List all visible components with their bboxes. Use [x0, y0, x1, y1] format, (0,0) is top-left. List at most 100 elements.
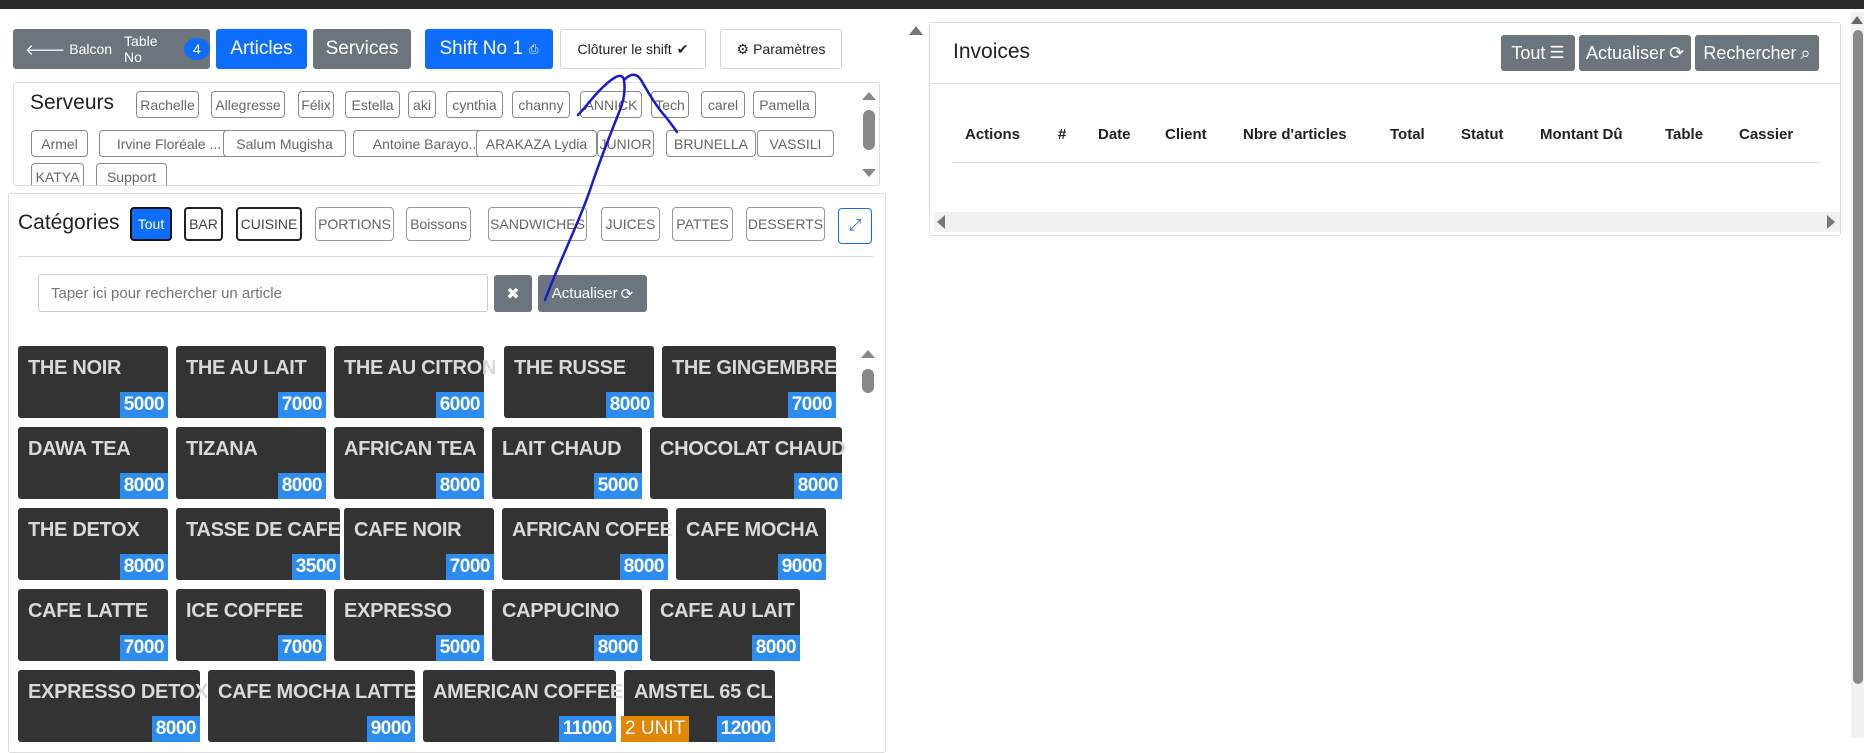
- expand-icon: ⤢: [848, 217, 862, 234]
- article-tile[interactable]: CAFE MOCHA LATTE 9000: [208, 670, 417, 742]
- invoices-column-header[interactable]: Montant Dû: [1540, 126, 1622, 143]
- tab-services[interactable]: Services: [313, 29, 411, 69]
- server-chip[interactable]: Allegresse: [211, 91, 285, 118]
- invoices-search-button[interactable]: Rechercher ⌕: [1695, 35, 1819, 71]
- article-search-input[interactable]: [38, 274, 488, 312]
- article-tile[interactable]: AFRICAN TEA 8000: [334, 427, 484, 499]
- article-tile[interactable]: THE RUSSE 8000: [504, 346, 654, 418]
- refresh-articles-button[interactable]: Actualiser ⟳: [538, 275, 647, 312]
- invoices-header-divider: [930, 83, 1840, 84]
- article-tile[interactable]: EXPRESSO DETOX 8000: [18, 670, 208, 742]
- server-chip[interactable]: carel: [701, 91, 745, 118]
- close-shift-button[interactable]: Clôturer le shift ✔: [560, 29, 706, 69]
- article-name: TASSE DE CAFE: [186, 519, 341, 541]
- invoices-column-header[interactable]: Date: [1098, 126, 1131, 143]
- server-chip[interactable]: VASSILI: [757, 130, 834, 157]
- server-chip[interactable]: ANNICK: [580, 91, 642, 118]
- category-bar[interactable]: BAR: [184, 207, 223, 241]
- article-tile[interactable]: AMERICAN COFFEE 11000: [423, 670, 623, 742]
- article-name: LAIT CHAUD: [502, 438, 622, 460]
- server-chip[interactable]: Rachelle: [136, 91, 199, 118]
- invoices-column-header[interactable]: Actions: [965, 126, 1020, 143]
- article-tile[interactable]: ICE COFFEE 7000: [176, 589, 326, 661]
- page-scrollbar-thumb[interactable]: [1853, 30, 1863, 684]
- search-icon: ⌕: [1800, 42, 1811, 63]
- servers-scroll-up-icon[interactable]: [862, 92, 876, 100]
- table-label: Table No: [124, 33, 158, 65]
- server-chip[interactable]: Pamella: [753, 91, 816, 118]
- article-price-badge: 7000: [119, 635, 168, 661]
- article-tile[interactable]: AFRICAN COFEE 8000: [502, 508, 673, 580]
- article-tile[interactable]: THE AU CITRON 6000: [334, 346, 496, 418]
- server-chip[interactable]: ARAKAZA Lydia: [476, 130, 597, 157]
- article-tile[interactable]: CAFE LATTE 7000: [18, 589, 168, 661]
- shift-button[interactable]: Shift No 1 ⎙: [425, 29, 553, 69]
- category-tout[interactable]: Tout: [130, 207, 172, 241]
- clear-search-button[interactable]: ✖: [494, 275, 532, 312]
- article-tile[interactable]: AMSTEL 65 CL 12000 2 UNIT: [621, 670, 775, 742]
- server-chip[interactable]: JUNIOR: [597, 130, 654, 157]
- server-chip[interactable]: Support: [96, 163, 167, 185]
- server-chip[interactable]: KATYA: [31, 163, 84, 185]
- article-name: THE NOIR: [28, 357, 122, 379]
- article-tile[interactable]: THE AU LAIT 7000: [176, 346, 326, 418]
- invoices-scroll-left-icon[interactable]: [937, 215, 945, 229]
- servers-scrollbar-thumb[interactable]: [863, 110, 875, 150]
- invoices-column-header[interactable]: Statut: [1461, 126, 1504, 143]
- category-portions[interactable]: PORTIONS: [315, 207, 394, 241]
- article-tile[interactable]: TASSE DE CAFE 3500: [176, 508, 341, 580]
- article-tile[interactable]: CAPPUCINO 8000: [492, 589, 642, 661]
- invoices-column-header[interactable]: Nbre d'articles: [1243, 126, 1347, 143]
- article-tile[interactable]: CAFE NOIR 7000: [344, 508, 494, 580]
- server-chip[interactable]: Armel: [31, 130, 88, 157]
- print-icon: ⎙: [528, 41, 539, 56]
- articles-scrollbar-thumb[interactable]: [862, 369, 874, 393]
- close-icon: ✖: [506, 285, 520, 303]
- article-price-badge: 11000: [558, 716, 616, 742]
- scroll-up-arrow-icon[interactable]: [909, 26, 923, 35]
- server-chip[interactable]: BRUNELLA: [666, 130, 756, 157]
- invoices-column-header[interactable]: Table: [1665, 126, 1703, 143]
- article-tile[interactable]: THE GINGEMBRE 7000: [662, 346, 837, 418]
- category-cuisine[interactable]: CUISINE: [236, 207, 302, 241]
- category-sandwiches[interactable]: SANDWICHES: [488, 207, 587, 241]
- invoices-column-header[interactable]: #: [1058, 126, 1066, 143]
- server-chip[interactable]: Irvine Floréale ...: [99, 130, 239, 157]
- article-tile[interactable]: CHOCOLAT CHAUD 8000: [650, 427, 846, 499]
- server-chip[interactable]: aki: [408, 91, 436, 118]
- invoices-all-button[interactable]: Tout ☰: [1501, 35, 1575, 71]
- back-label: Balcon: [69, 41, 113, 57]
- category-pattes[interactable]: PATTES: [672, 207, 733, 241]
- expand-button[interactable]: ⤢: [838, 208, 872, 244]
- article-tile[interactable]: EXPRESSO 5000: [334, 589, 484, 661]
- article-price-badge: 7000: [277, 635, 326, 661]
- server-chip[interactable]: channy: [512, 91, 570, 118]
- article-tile[interactable]: CAFE AU LAIT 8000: [650, 589, 800, 661]
- article-tile[interactable]: CAFE MOCHA 9000: [676, 508, 826, 580]
- invoices-column-header[interactable]: Cassier: [1739, 126, 1793, 143]
- server-chip[interactable]: cynthia: [446, 91, 503, 118]
- invoices-scroll-right-icon[interactable]: [1827, 215, 1835, 229]
- server-chip[interactable]: Estella: [345, 91, 400, 118]
- articles-scroll-up-icon[interactable]: [861, 350, 875, 358]
- category-boissons[interactable]: Boissons: [406, 207, 471, 241]
- server-chip[interactable]: Salum Mugisha: [223, 130, 346, 157]
- server-chip[interactable]: Félix: [298, 91, 334, 118]
- invoices-column-header[interactable]: Client: [1165, 126, 1207, 143]
- article-tile[interactable]: LAIT CHAUD 5000: [492, 427, 642, 499]
- servers-scroll-down-icon[interactable]: [862, 169, 876, 177]
- invoices-hscrollbar[interactable]: [934, 212, 1840, 232]
- article-tile[interactable]: THE NOIR 5000: [18, 346, 168, 418]
- category-desserts[interactable]: DESSERTS: [746, 207, 825, 241]
- article-tile[interactable]: THE DETOX 8000: [18, 508, 168, 580]
- server-chip[interactable]: Tech: [651, 91, 689, 118]
- settings-button[interactable]: ⚙ Paramètres: [720, 29, 842, 69]
- page-scroll-up-icon[interactable]: [1851, 16, 1863, 24]
- category-juices[interactable]: JUICES: [601, 207, 660, 241]
- invoices-refresh-button[interactable]: Actualiser ⟳: [1579, 35, 1691, 71]
- back-button[interactable]: 🡐 Balcon Table No 4: [13, 29, 210, 69]
- article-tile[interactable]: DAWA TEA 8000: [18, 427, 168, 499]
- article-tile[interactable]: TIZANA 8000: [176, 427, 326, 499]
- tab-articles[interactable]: Articles: [216, 29, 307, 69]
- invoices-column-header[interactable]: Total: [1390, 126, 1425, 143]
